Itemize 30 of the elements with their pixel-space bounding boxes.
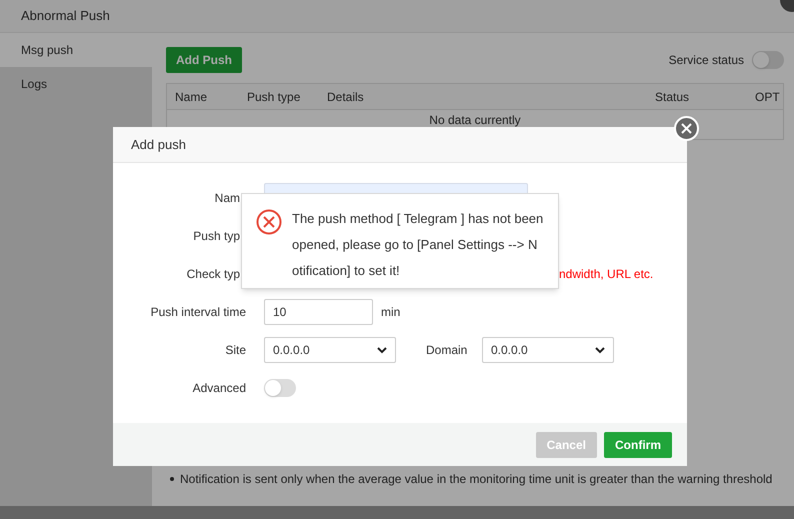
error-icon bbox=[256, 209, 282, 235]
column-header: Status bbox=[655, 88, 690, 106]
select-field[interactable]: 0.0.0.0 bbox=[482, 337, 614, 363]
column-header: Details bbox=[327, 88, 365, 106]
unit-label: min bbox=[381, 304, 400, 321]
toggle-switch[interactable] bbox=[264, 379, 296, 397]
empty-message: No data currently bbox=[429, 112, 521, 129]
sidebar-item[interactable]: Msg push bbox=[0, 33, 152, 67]
field-label: Advanced bbox=[192, 381, 246, 395]
field-label: Nam bbox=[214, 191, 240, 205]
toast-message: The push method [ Telegram ] has not been opened, please go to [Panel Settings --> Notification] to set it! bbox=[292, 210, 544, 280]
chevron-down-icon bbox=[377, 346, 387, 354]
hint-text: ndwidth, URL etc. bbox=[559, 266, 654, 283]
field-label: Push interval time bbox=[150, 305, 246, 319]
field-label: Domain bbox=[426, 342, 468, 359]
chevron-down-icon bbox=[595, 346, 605, 354]
column-header: Push type bbox=[247, 88, 302, 106]
bullet-icon bbox=[170, 477, 174, 481]
field-label: Check typ bbox=[186, 267, 240, 281]
toggle-switch[interactable] bbox=[752, 51, 784, 69]
column-header: OPT bbox=[755, 88, 781, 106]
select-field[interactable]: 0.0.0.0 bbox=[264, 337, 396, 363]
field-label: Push typ bbox=[193, 229, 240, 243]
note-text: Notification is sent only when the average value in the monitoring time unit is greater than the warning threshold bbox=[180, 471, 772, 488]
interval-field[interactable]: 10 bbox=[264, 299, 373, 325]
service-status-label: Service status bbox=[668, 52, 744, 69]
column-header: Name bbox=[174, 88, 208, 106]
field-label: Site bbox=[225, 343, 246, 357]
window-title: Abnormal Push bbox=[21, 7, 110, 26]
dialog-title: Add push bbox=[131, 136, 186, 154]
